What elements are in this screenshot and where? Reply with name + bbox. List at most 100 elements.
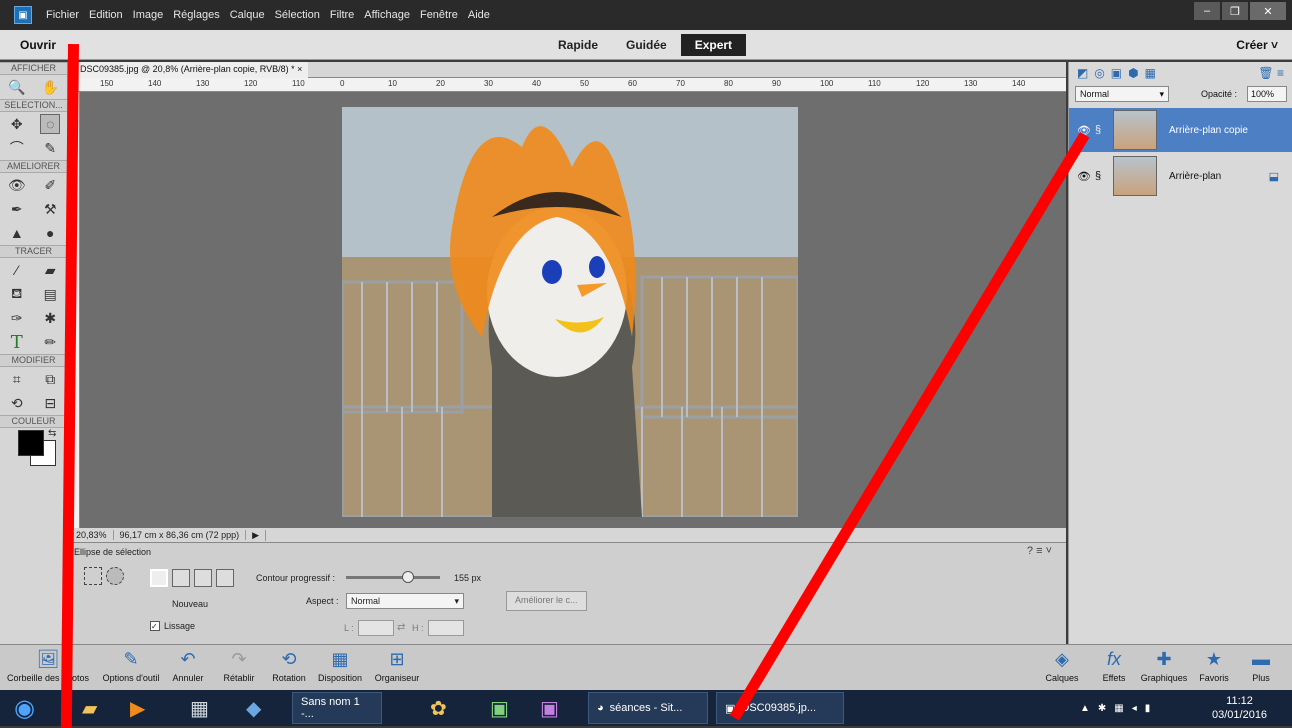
recompose-icon[interactable]: ⧉ bbox=[40, 369, 60, 389]
ellipse-select-option-icon[interactable] bbox=[106, 567, 124, 585]
eyedropper-icon[interactable]: ✑ bbox=[7, 308, 27, 328]
menu-selection[interactable]: Sélection bbox=[275, 9, 320, 21]
refine-edge-button[interactable]: Améliorer le c... bbox=[506, 591, 587, 611]
aspect-select[interactable]: Normal ▾ bbox=[346, 593, 464, 609]
options-help-icon[interactable]: ? ≡ ˅ bbox=[1027, 545, 1052, 557]
photo-bin-button[interactable]: 🖼 Corbeille des photos bbox=[6, 649, 90, 683]
spot-heal-icon[interactable]: ✐ bbox=[40, 175, 60, 195]
book-app-icon[interactable]: ◆ bbox=[246, 692, 261, 724]
layer-row[interactable]: 👁 § Arrière-plan ⬓ bbox=[1069, 154, 1292, 198]
more-button[interactable]: ▬ Plus bbox=[1246, 649, 1276, 683]
feather-slider[interactable] bbox=[346, 571, 440, 583]
custom-shape-icon[interactable]: ✱ bbox=[40, 308, 60, 328]
zoom-tool-icon[interactable]: 🔍 bbox=[7, 77, 27, 97]
blend-mode-select[interactable]: Normal ▾ bbox=[1075, 86, 1169, 102]
menu-edition[interactable]: Edition bbox=[89, 9, 123, 21]
move-tool-icon[interactable]: ✥ bbox=[7, 114, 27, 134]
new-selection-icon[interactable] bbox=[150, 569, 168, 587]
photo-canvas[interactable] bbox=[342, 107, 798, 517]
system-tray-icons[interactable]: ▲✱▦◂▮ bbox=[1080, 692, 1158, 724]
menu-aide[interactable]: Aide bbox=[468, 9, 490, 21]
eraser-icon[interactable]: ▰ bbox=[40, 260, 60, 280]
layers-button[interactable]: ◈ Calques bbox=[1040, 649, 1084, 683]
smoothing-checkbox[interactable]: ✓ Lissage bbox=[150, 621, 195, 631]
rect-select-icon[interactable] bbox=[84, 567, 102, 585]
status-arrow-icon[interactable]: ▶ bbox=[246, 529, 267, 541]
gradient-icon[interactable]: ▤ bbox=[40, 284, 60, 304]
undo-button[interactable]: ↶ Annuler bbox=[168, 649, 208, 683]
sharpen-icon[interactable]: ▲ bbox=[7, 223, 27, 243]
tab-expert[interactable]: Expert bbox=[680, 34, 747, 56]
swap-colors-icon[interactable]: ⇆ bbox=[48, 428, 56, 439]
open-button[interactable]: Ouvrir bbox=[20, 38, 56, 52]
subtract-selection-icon[interactable] bbox=[194, 569, 212, 587]
crop-tool-icon[interactable]: ⌗ bbox=[7, 369, 27, 389]
menu-image[interactable]: Image bbox=[133, 9, 164, 21]
text-tool-icon[interactable]: T bbox=[7, 332, 27, 353]
photoshop-elements-icon[interactable]: ▣ bbox=[490, 692, 509, 724]
redo-button[interactable]: ↷ Rétablir bbox=[216, 649, 262, 683]
intersect-selection-icon[interactable] bbox=[216, 569, 234, 587]
swap-dimensions-icon[interactable]: ⇄ bbox=[397, 622, 405, 633]
magic-wand-icon[interactable]: ✎ bbox=[40, 138, 60, 158]
link-icon[interactable]: § bbox=[1095, 124, 1101, 136]
link-icon[interactable]: § bbox=[1095, 170, 1101, 182]
close-icon[interactable]: ✕ bbox=[1250, 2, 1286, 20]
document-tab[interactable]: DSC09385.jpg @ 20,8% (Arrière-plan copie… bbox=[74, 62, 309, 78]
minimize-icon[interactable]: – bbox=[1194, 2, 1220, 20]
restore-icon[interactable]: ❐ bbox=[1222, 2, 1248, 20]
menu-calque[interactable]: Calque bbox=[230, 9, 265, 21]
more-icon: ▬ bbox=[1252, 649, 1270, 669]
foreground-color-swatch[interactable] bbox=[18, 430, 44, 456]
lasso-tool-icon[interactable]: ⌒ bbox=[7, 138, 27, 158]
feather-slider-handle[interactable] bbox=[402, 571, 414, 583]
rotation-button[interactable]: ⟲ Rotation bbox=[268, 649, 310, 683]
hand-tool-icon[interactable]: ✋ bbox=[40, 77, 60, 97]
taskbar-item[interactable]: Sans nom 1 -... bbox=[292, 692, 382, 724]
visibility-eye-icon[interactable]: 👁 bbox=[1077, 170, 1091, 183]
menu-fenetre[interactable]: Fenêtre bbox=[420, 9, 458, 21]
taskbar-item[interactable]: ◕ séances - Sit... bbox=[588, 692, 708, 724]
premiere-elements-icon[interactable]: ▣ bbox=[540, 692, 559, 724]
layout-button[interactable]: ▦ Disposition bbox=[312, 649, 368, 683]
red-eye-icon[interactable]: 👁 bbox=[7, 175, 27, 195]
menu-filtre[interactable]: Filtre bbox=[330, 9, 354, 21]
opacity-field[interactable]: 100% bbox=[1247, 86, 1287, 102]
create-button[interactable]: Créer ˅ bbox=[1236, 38, 1278, 52]
organizer-button[interactable]: ⊞ Organiseur bbox=[370, 649, 424, 683]
clock[interactable]: 11:12 03/01/2016 bbox=[1212, 692, 1267, 724]
layer-tools-icons[interactable]: ◩◎▣⬢▦ bbox=[1077, 66, 1162, 80]
tool-options-button[interactable]: ✎ Options d'outil bbox=[96, 649, 166, 683]
zoom-level[interactable]: 20,83% bbox=[70, 530, 114, 540]
tab-close-icon[interactable]: × bbox=[297, 64, 302, 74]
ellipse-select-icon[interactable]: ◌ bbox=[40, 114, 61, 134]
brush-icon[interactable]: ⁄ bbox=[7, 260, 27, 280]
favorites-button[interactable]: ★ Favoris bbox=[1196, 649, 1232, 683]
menu-reglages[interactable]: Réglages bbox=[173, 9, 219, 21]
app-logo-icon[interactable]: ▣ bbox=[14, 6, 32, 24]
smart-brush-icon[interactable]: ✒ bbox=[7, 199, 27, 219]
layer-row[interactable]: 👁 § Arrière-plan copie bbox=[1069, 108, 1292, 152]
add-selection-icon[interactable] bbox=[172, 569, 190, 587]
content-move-icon[interactable]: ⟲ bbox=[7, 393, 27, 413]
lock-icon[interactable]: ⬓ bbox=[1269, 170, 1279, 183]
tab-rapide[interactable]: Rapide bbox=[544, 34, 612, 56]
straighten-icon[interactable]: ⊟ bbox=[40, 393, 60, 413]
paint-bucket-icon[interactable]: ⛾ bbox=[7, 284, 27, 304]
menu-affichage[interactable]: Affichage bbox=[364, 9, 410, 21]
media-player-icon[interactable]: ▶ bbox=[130, 692, 145, 724]
pencil-icon[interactable]: ✏ bbox=[40, 332, 60, 352]
explorer-icon[interactable]: ▰ bbox=[82, 692, 97, 724]
graphics-button[interactable]: ✚ Graphiques bbox=[1136, 649, 1192, 683]
picasa-icon[interactable]: ✿ bbox=[430, 692, 447, 724]
height-field[interactable] bbox=[428, 620, 464, 636]
trash-icon[interactable]: 🗑 ≡ bbox=[1258, 66, 1284, 80]
menu-fichier[interactable]: Fichier bbox=[46, 9, 79, 21]
effects-button[interactable]: fx Effets bbox=[1096, 649, 1132, 683]
clone-stamp-icon[interactable]: ⚒ bbox=[40, 199, 60, 219]
width-field[interactable] bbox=[358, 620, 394, 636]
calculator-icon[interactable]: ▦ bbox=[190, 692, 209, 724]
sponge-icon[interactable]: ● bbox=[40, 223, 60, 243]
start-button-icon[interactable]: ◉ bbox=[14, 692, 35, 724]
tab-guidee[interactable]: Guidée bbox=[612, 34, 681, 56]
